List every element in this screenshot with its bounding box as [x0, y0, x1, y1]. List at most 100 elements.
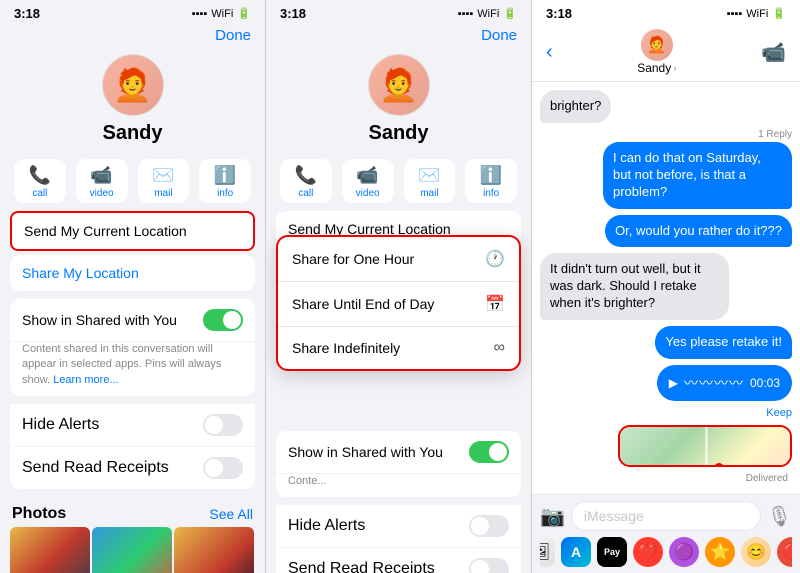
animoji-icon[interactable]: ❤️ [633, 537, 663, 567]
avatar-section-2: 🧑‍🦰 Sandy [266, 48, 531, 153]
send-receipts-label-1: Send Read Receipts [22, 459, 169, 477]
status-time-1: 3:18 [14, 6, 40, 21]
battery-icon: 🔋 [237, 7, 251, 20]
effects-icon[interactable]: ⭐ [705, 537, 735, 567]
signal-icon: ▪▪▪▪ [192, 8, 208, 20]
info-label-1: info [217, 188, 233, 199]
call-button-2[interactable]: 📞 call [280, 159, 332, 203]
show-shared-toggle-2[interactable] [469, 441, 509, 463]
info-button-1[interactable]: ℹ️ info [199, 159, 251, 203]
video-label-1: video [90, 188, 114, 199]
hide-alerts-toggle-1[interactable] [203, 414, 243, 436]
shared-info-text-1: Content shared in this conversation will… [22, 343, 221, 386]
msg-nav-bar: ‹ 🧑‍🦰 Sandy › 📹 [532, 25, 800, 82]
send-receipts-row-2: Send Read Receipts [276, 548, 521, 573]
app-photos-icon[interactable]: 🖼 [540, 537, 555, 567]
msg-contact-chevron: › [673, 63, 676, 74]
app-icon-row: 🖼 A Pay ❤️ 🟣 ⭐ 😊 🔴 [540, 537, 792, 567]
keep-label[interactable]: Keep [766, 407, 792, 419]
status-icons-1: ▪▪▪▪ WiFi 🔋 [192, 7, 251, 20]
learn-more-link-1[interactable]: Learn more... [53, 374, 118, 386]
hide-alerts-toggle-2[interactable] [469, 515, 509, 537]
send-location-section-1: Send My Current Location [10, 211, 255, 251]
share-indefinitely-label: Share Indefinitely [292, 340, 400, 356]
shared-info-1: Content shared in this conversation will… [10, 342, 255, 396]
send-receipts-toggle-2[interactable] [469, 558, 509, 573]
show-shared-row-1: Show in Shared with You [10, 299, 255, 341]
video-label-2: video [356, 188, 380, 199]
status-time-2: 3:18 [280, 6, 306, 21]
show-shared-toggle-1[interactable] [203, 309, 243, 331]
send-receipts-label-2: Send Read Receipts [288, 560, 435, 573]
done-button-1[interactable]: Done [215, 27, 251, 44]
app-store-icon[interactable]: A [561, 537, 591, 567]
msg-received-brighter: brighter? [540, 90, 611, 123]
back-button[interactable]: ‹ [546, 41, 553, 64]
send-receipts-toggle-1[interactable] [203, 457, 243, 479]
photo-thumb-3[interactable] [174, 527, 254, 573]
msg-status-icons: ▪▪▪▪ WiFi 🔋 [727, 7, 786, 20]
call-icon-2: 📞 [295, 165, 317, 186]
video-button-2[interactable]: 📹 video [342, 159, 394, 203]
msg-audio-bubble[interactable]: ▶ 〰〰〰〰 00:03 [657, 365, 792, 401]
message-input-field[interactable]: iMessage [571, 501, 761, 531]
share-one-hour-option[interactable]: Share for One Hour 🕐 [278, 237, 519, 282]
show-shared-label-2: Show in Shared with You [288, 444, 443, 460]
avatar-1: 🧑‍🦰 [102, 54, 164, 116]
call-button-1[interactable]: 📞 call [14, 159, 66, 203]
photos-see-all-1[interactable]: See All [209, 506, 253, 522]
hide-alerts-label-2: Hide Alerts [288, 517, 365, 535]
mic-icon[interactable]: 🎙 [767, 504, 792, 529]
sticker-icon[interactable]: 😊 [741, 537, 771, 567]
share-location-row-1[interactable]: Share My Location [10, 255, 255, 291]
share-indefinitely-option[interactable]: Share Indefinitely ∞ [278, 327, 519, 369]
play-icon: ▶ [669, 376, 678, 390]
msg-contact-info[interactable]: 🧑‍🦰 Sandy › [637, 29, 676, 75]
input-row: 📷 iMessage 🎙 [540, 501, 792, 531]
photo-thumb-1[interactable] [10, 527, 90, 573]
video-icon-1: 📹 [90, 165, 112, 186]
msg-sent-saturday: I can do that on Saturday, but not befor… [603, 142, 792, 209]
info-button-2[interactable]: ℹ️ info [465, 159, 517, 203]
share-location-section-1: Share My Location [10, 255, 255, 291]
shared-info-text-2: Conte... [288, 475, 327, 487]
photo-thumb-2[interactable] [92, 527, 172, 573]
send-location-label-1: Send My Current Location [24, 223, 187, 239]
mail-label-1: mail [154, 188, 172, 199]
share-duration-dropdown: Share for One Hour 🕐 Share Until End of … [276, 235, 521, 371]
memoji-icon[interactable]: 🟣 [669, 537, 699, 567]
share-location-label-1: Share My Location [22, 265, 139, 281]
input-placeholder: iMessage [584, 508, 644, 524]
send-location-row-1[interactable]: Send My Current Location [12, 213, 253, 249]
camera-icon[interactable]: 📷 [540, 504, 565, 529]
msg-video-button[interactable]: 📹 [761, 40, 786, 65]
mail-button-2[interactable]: ✉️ mail [404, 159, 456, 203]
delivered-status: Delivered [540, 473, 792, 486]
photos-strip-1 [0, 527, 265, 573]
contact-name-1: Sandy [102, 122, 162, 145]
message-input-bar: 📷 iMessage 🎙 🖼 A Pay ❤️ 🟣 ⭐ 😊 🔴 [532, 494, 800, 573]
msg-contact-name: Sandy [637, 61, 671, 75]
show-shared-label-1: Show in Shared with You [22, 312, 177, 328]
avatar-2: 🧑‍🦰 [368, 54, 430, 116]
send-receipts-row-1: Send Read Receipts [10, 447, 255, 489]
msg-status-time: 3:18 [546, 6, 572, 21]
mail-button-1[interactable]: ✉️ mail [138, 159, 190, 203]
mail-icon-1: ✉️ [152, 165, 174, 186]
call-label-1: call [32, 188, 47, 199]
infinity-icon: ∞ [494, 339, 505, 357]
more-apps-icon[interactable]: 🔴 [777, 537, 792, 567]
msg-received-dark: It didn't turn out well, but it was dark… [540, 253, 729, 320]
photos-title-1: Photos [12, 505, 66, 523]
video-icon-2: 📹 [356, 165, 378, 186]
reply-count[interactable]: 1 Reply [758, 129, 792, 140]
mail-icon-2: ✉️ [418, 165, 440, 186]
video-button-1[interactable]: 📹 video [76, 159, 128, 203]
location-map-bubble[interactable]: Location from 2/1/22 › [618, 425, 792, 467]
share-one-hour-label: Share for One Hour [292, 251, 414, 267]
msg-text-retake: Yes please retake it! [665, 334, 782, 349]
done-button-2[interactable]: Done [481, 27, 517, 44]
hide-alerts-row-2: Hide Alerts [276, 505, 521, 547]
apple-pay-icon[interactable]: Pay [597, 537, 627, 567]
share-end-of-day-option[interactable]: Share Until End of Day 📅 [278, 282, 519, 327]
